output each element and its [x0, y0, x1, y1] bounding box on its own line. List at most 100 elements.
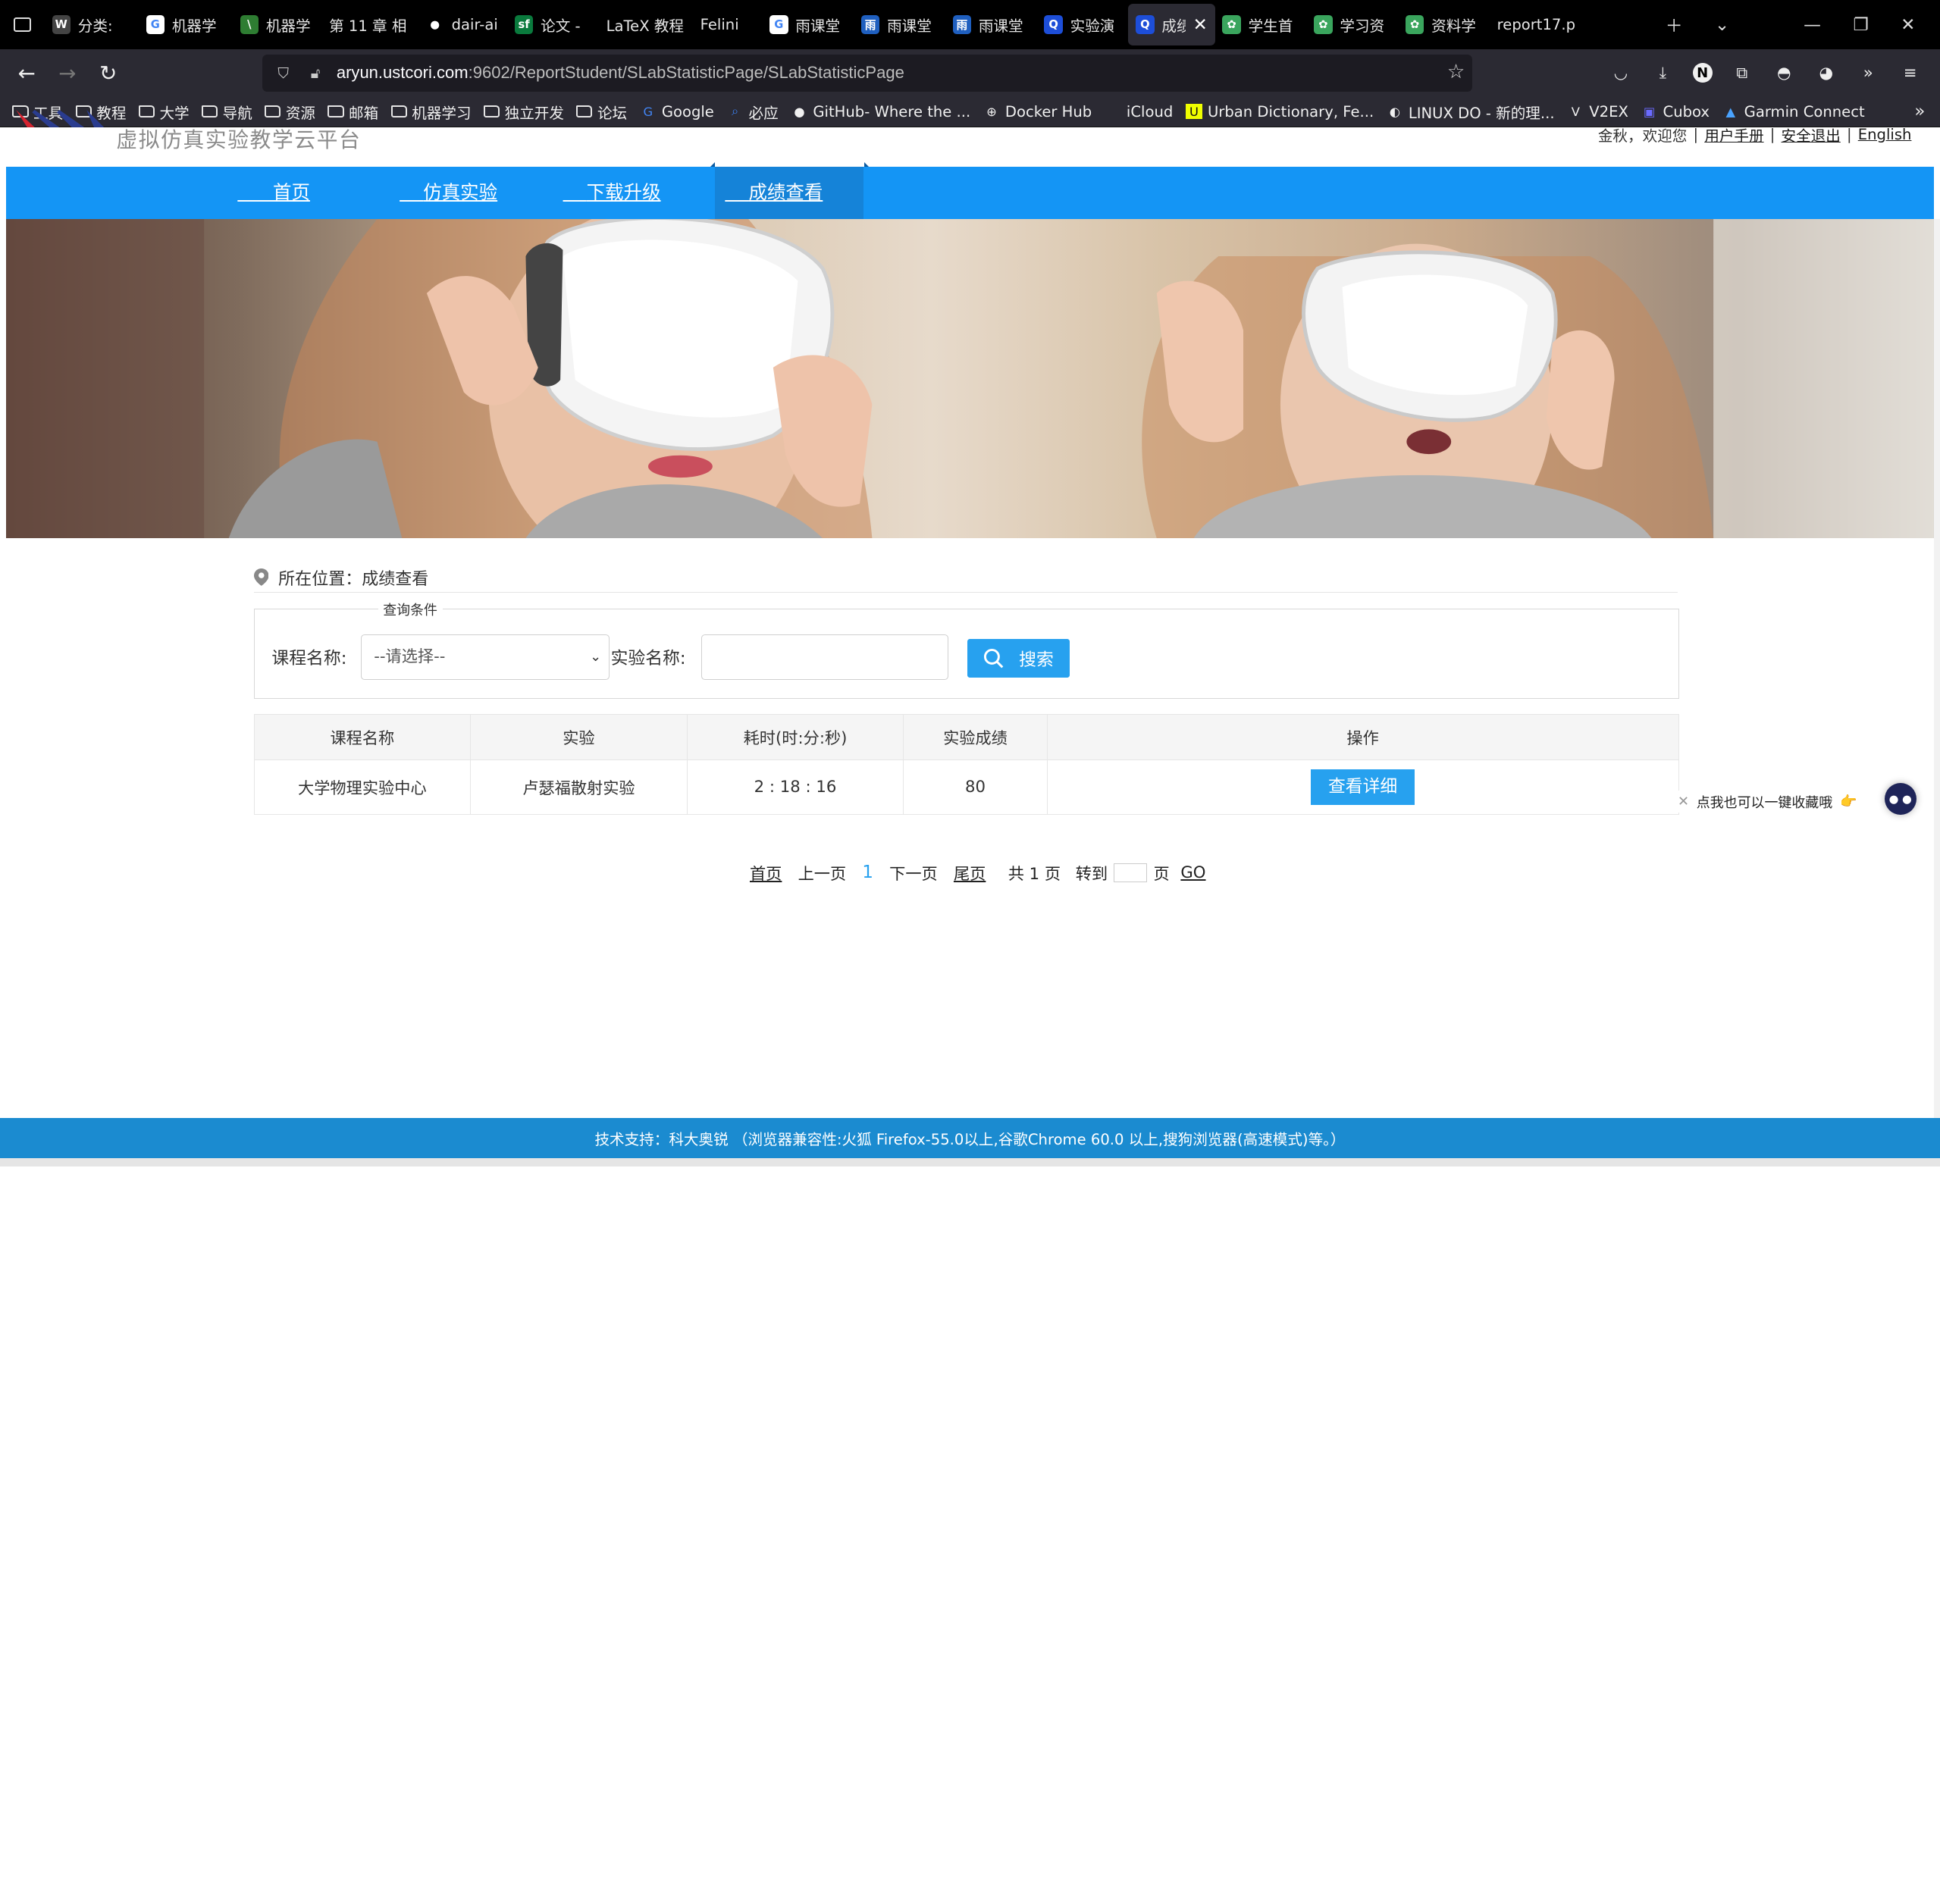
restore-button[interactable]: ❐ — [1853, 15, 1868, 35]
minimize-button[interactable]: — — [1804, 15, 1821, 35]
bookmark-item[interactable]: 独立开发 — [483, 101, 564, 123]
bookmark-item[interactable]: 导航 — [201, 101, 252, 123]
page-scrollbar[interactable] — [1933, 218, 1940, 1167]
browser-tab[interactable]: 雨雨课堂 — [945, 4, 1037, 45]
cell-experiment: 卢瑟福散射实验 — [470, 759, 688, 815]
more-tools-chevron-icon[interactable]: » — [1856, 61, 1881, 86]
goto-page-input[interactable] — [1114, 863, 1148, 882]
url-text[interactable]: aryun.ustcori.com:9602/ReportStudent/SLa… — [337, 63, 904, 83]
browser-tab[interactable]: ✿ 学生首 — [1215, 4, 1307, 45]
bookmark-label: Google — [661, 102, 714, 121]
logout-link[interactable]: 安全退出 — [1781, 124, 1840, 146]
view-detail-button[interactable]: 查看详细 — [1311, 769, 1415, 806]
bookmark-label: GitHub- Where the ... — [813, 102, 971, 121]
browser-tab[interactable]: W 分类: — [45, 4, 139, 45]
browser-tab-label: report17.p — [1497, 16, 1576, 34]
bookmark-item[interactable]: V V2EX — [1567, 103, 1628, 121]
tab-list-button[interactable] — [0, 0, 45, 49]
bookmark-label: Docker Hub — [1004, 102, 1092, 121]
color-extension-icon[interactable]: ◕ — [1813, 61, 1838, 86]
bookmark-item[interactable]: 机器学习 — [390, 101, 472, 123]
extensions-icon[interactable]: ⧉ — [1729, 61, 1754, 86]
current-page-number[interactable]: 1 — [862, 863, 873, 882]
forward-button[interactable]: → — [47, 53, 88, 92]
site-logo — [16, 110, 105, 128]
bookmark-item[interactable]: ⊕ Docker Hub — [983, 103, 1092, 121]
vr-banner-illustration — [6, 218, 1934, 538]
nav-simulation[interactable]: 仿真实验 — [400, 167, 497, 219]
user-manual-link[interactable]: 用户手册 — [1704, 124, 1763, 146]
bookmark-item[interactable]: ⌕ 必应 — [726, 101, 779, 123]
bookmark-item[interactable]: 邮箱 — [328, 101, 378, 123]
nav-scores[interactable]: 成绩查看 — [710, 161, 869, 219]
menu-icon[interactable]: ≡ — [1898, 61, 1923, 86]
bookmark-item[interactable]: ● GitHub- Where the ... — [791, 103, 970, 121]
browser-tab[interactable]: report17.p — [1490, 4, 1589, 45]
reload-button[interactable]: ↻ — [88, 53, 129, 92]
browser-tab[interactable]: 雨雨课堂 — [854, 4, 945, 45]
bookmark-item[interactable]: 大学 — [138, 101, 190, 123]
pocket-icon[interactable]: ◡ — [1609, 61, 1634, 86]
bookmark-item[interactable]: G Google — [639, 102, 714, 121]
account-avatar[interactable]: N — [1692, 63, 1713, 83]
floating-assistant-button[interactable]: ● ● — [1884, 783, 1916, 816]
experiment-name-input[interactable] — [700, 634, 949, 680]
cell-course: 大学物理实验中心 — [253, 759, 472, 815]
browser-tab-label: 雨课堂 — [887, 17, 932, 36]
browser-tab[interactable]: Q 成绩 ✕ — [1128, 3, 1215, 46]
nav-home[interactable]: 首页 — [237, 167, 310, 219]
tab-overflow-chevron-icon[interactable]: ⌄ — [1715, 15, 1729, 35]
web-page: 虚拟仿真实验教学云平台 金秋，欢迎您 | 用户手册 | 安全退出 | Engli… — [0, 110, 1940, 1167]
browser-tab-label: 学习资 — [1340, 17, 1385, 36]
download-icon[interactable]: ⤓ — [1650, 61, 1675, 86]
address-bar[interactable]: ⛉ 🔓︎ aryun.ustcori.com:9602/ReportStuden… — [262, 54, 1473, 92]
bookmark-item[interactable]: U Urban Dictionary, Fe... — [1185, 103, 1374, 121]
prev-page-link[interactable]: 上一页 — [798, 861, 847, 885]
browser-tab[interactable]: ✿ 资料学 — [1398, 4, 1490, 45]
favorite-tip-text: 点我也可以一键收藏哦 — [1696, 794, 1833, 811]
search-button[interactable]: 搜索 — [967, 639, 1070, 678]
bookmark-item[interactable]: iCloud — [1105, 103, 1173, 121]
last-page-link[interactable]: 尾页 — [954, 861, 986, 885]
insecure-lock-icon[interactable]: 🔓︎ — [304, 62, 326, 84]
browser-tab[interactable]: Q 实验演 — [1037, 4, 1129, 45]
favorite-tip[interactable]: ✕ 点我也可以一键收藏哦 👉 — [1677, 790, 1865, 813]
first-page-link[interactable]: 首页 — [750, 861, 782, 885]
bookmark-item[interactable]: ▲ Garmin Connect — [1722, 103, 1864, 121]
course-select[interactable]: --请选择-- ⌄ — [360, 634, 610, 680]
query-fieldset: 查询条件 课程名称: --请选择-- ⌄ 实验名称: 搜索 — [253, 599, 1679, 700]
go-button[interactable]: GO — [1180, 863, 1205, 882]
bookmark-label: LINUX DO - 新的理... — [1408, 104, 1555, 122]
browser-tab[interactable]: Felini — [693, 4, 762, 45]
bookmarks-overflow-icon[interactable]: » — [1914, 102, 1925, 121]
bookmark-label: 必应 — [748, 104, 779, 122]
browser-tab[interactable]: LaTeX 教程 — [599, 4, 693, 45]
horizontal-scrollbar[interactable] — [0, 1157, 1940, 1167]
bookmark-item[interactable]: 论坛 — [576, 101, 627, 123]
close-window-button[interactable]: ✕ — [1901, 15, 1915, 35]
browser-tab-label: 资料学 — [1431, 17, 1476, 36]
browser-tab[interactable]: sf 论文 - — [507, 4, 599, 45]
bookmark-star-icon[interactable]: ☆ — [1447, 61, 1465, 83]
search-icon — [983, 648, 1004, 668]
browser-tab[interactable]: ● dair-ai — [418, 4, 508, 45]
close-tip-icon[interactable]: ✕ — [1678, 794, 1689, 810]
next-page-link[interactable]: 下一页 — [889, 861, 938, 885]
browser-tab[interactable]: ✿ 学习资 — [1306, 4, 1398, 45]
english-link[interactable]: English — [1858, 126, 1912, 143]
browser-tab[interactable]: G 机器学 — [139, 4, 233, 45]
shield-icon[interactable]: ⛉ — [272, 62, 294, 84]
close-tab-icon[interactable]: ✕ — [1193, 15, 1208, 35]
bookmark-item[interactable]: ▣ Cubox — [1641, 103, 1710, 121]
privacy-mask-icon[interactable]: ◓ — [1772, 61, 1797, 86]
bookmark-item[interactable]: ◐ LINUX DO - 新的理... — [1386, 101, 1555, 123]
browser-tab[interactable]: \ 机器学 — [233, 4, 322, 45]
back-button[interactable]: ← — [6, 53, 47, 92]
new-tab-button[interactable]: ＋ — [1666, 12, 1683, 37]
breadcrumb-prefix: 所在位置： — [278, 569, 362, 589]
browser-tab[interactable]: 第 11 章 相 — [321, 4, 418, 45]
bookmark-item[interactable]: 资源 — [265, 101, 315, 123]
bing-icon: ⌕ — [732, 104, 739, 119]
nav-download[interactable]: 下载升级 — [563, 167, 661, 219]
browser-tab[interactable]: G 雨课堂 — [762, 4, 854, 45]
